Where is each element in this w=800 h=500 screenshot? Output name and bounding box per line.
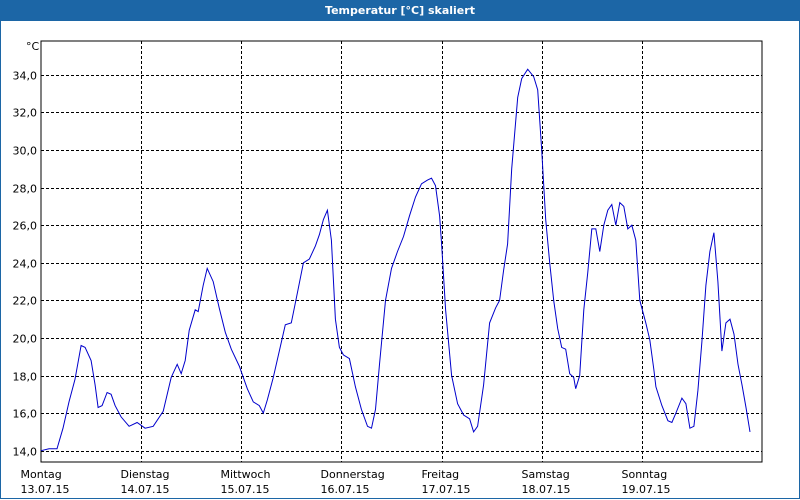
- x-tick-date-label: 19.07.15: [622, 483, 671, 496]
- x-tick-date-label: 14.07.15: [121, 483, 170, 496]
- y-axis-ticks: 14,0 16,0 18,0 20,0 22,0 24,0 26,0 28,0 30,0 32,0…: [13, 70, 38, 459]
- x-tick-day-label: Montag: [21, 468, 62, 481]
- y-tick-label: 14,0: [13, 446, 38, 459]
- x-tick-date-label: 15.07.15: [221, 483, 270, 496]
- y-tick-label: 20,0: [13, 333, 38, 346]
- y-tick-label: 16,0: [13, 408, 38, 421]
- x-tick-day-label: Sonntag: [622, 468, 668, 481]
- y-tick-label: 32,0: [13, 107, 38, 120]
- y-tick-label: 30,0: [13, 145, 38, 158]
- x-axis-ticks: Montag 13.07.15 Dienstag 14.07.15 Mittwoch 15…: [21, 468, 671, 496]
- x-tick-day-label: Samstag: [522, 468, 570, 481]
- temperature-chart: 14,0 16,0 18,0 20,0 22,0 24,0 26,0 28,0 30,0 32,0…: [13, 40, 763, 496]
- y-tick-label: 24,0: [13, 258, 38, 271]
- x-tick-date-label: 16.07.15: [321, 483, 370, 496]
- x-tick-day-label: Mittwoch: [221, 468, 271, 481]
- x-tick-day-label: Dienstag: [121, 468, 170, 481]
- y-tick-label: 28,0: [13, 183, 38, 196]
- x-tick-date-label: 18.07.15: [522, 483, 571, 496]
- x-tick-date-label: 17.07.15: [422, 483, 471, 496]
- y-tick-label: 34,0: [13, 70, 38, 83]
- y-tick-label: 22,0: [13, 295, 38, 308]
- x-tick-day-label: Donnerstag: [321, 468, 385, 481]
- plot-area: [40, 40, 763, 463]
- x-tick-day-label: Freitag: [422, 468, 460, 481]
- y-tick-label: 18,0: [13, 371, 38, 384]
- y-axis-unit-label: °C: [26, 40, 40, 53]
- y-tick-label: 26,0: [13, 220, 38, 233]
- x-tick-date-label: 13.07.15: [21, 483, 70, 496]
